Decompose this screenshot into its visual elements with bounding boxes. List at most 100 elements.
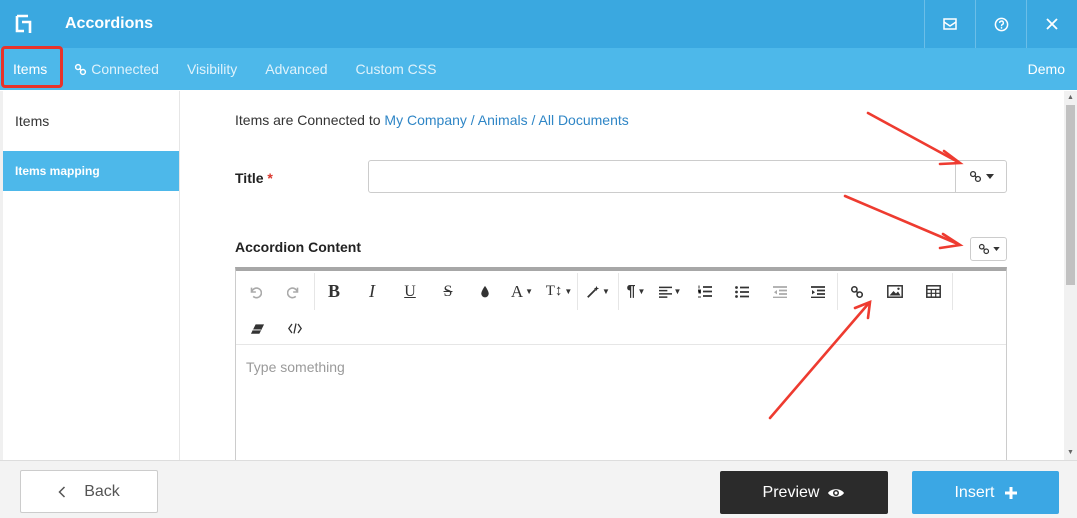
tab-label: Advanced [265, 61, 328, 77]
content-link-dropdown[interactable] [970, 237, 1007, 261]
editor-placeholder[interactable]: Type something [246, 359, 345, 375]
code-icon [288, 323, 302, 334]
side-nav: Items Items mapping [3, 91, 180, 460]
tab-custom-css[interactable]: Custom CSS [342, 48, 451, 90]
accordion-content-label: Accordion Content [235, 239, 361, 255]
scroll-up-icon[interactable]: ▲ [1066, 93, 1075, 103]
breadcrumb-separator: / [470, 112, 475, 128]
clear-format-button[interactable] [236, 310, 278, 347]
tab-visibility[interactable]: Visibility [173, 48, 251, 90]
highlight-box [1, 46, 63, 88]
title-field-label: Title * [235, 170, 273, 186]
connection-prefix: Items are Connected to [235, 112, 381, 128]
footer-bar: Back Preview Insert [0, 460, 1077, 518]
breadcrumb-all-documents[interactable]: All Documents [539, 112, 629, 128]
eraser-icon [250, 323, 264, 334]
tab-items[interactable]: Items [0, 46, 63, 90]
vertical-scrollbar[interactable]: ▲ ▼ [1064, 91, 1077, 460]
align-button[interactable]: ▼ [653, 273, 687, 310]
chevron-left-icon [58, 485, 66, 498]
font-size-glyph: A [510, 281, 524, 301]
back-label: Back [84, 482, 120, 500]
insert-image-button[interactable] [876, 273, 914, 310]
rich-text-editor: B I U S A ▼ T↕ ▼ ▼ ¶ ▼ ▼ Type something [235, 267, 1007, 460]
tab-label: Connected [91, 61, 159, 77]
redo-button[interactable] [274, 273, 314, 310]
ordered-list-button[interactable] [687, 273, 723, 310]
ink-drop-icon [481, 285, 489, 298]
breadcrumb-animals[interactable]: Animals [478, 112, 528, 128]
eye-icon [828, 488, 845, 497]
close-icon [1046, 18, 1058, 30]
toolbar-separator [952, 273, 953, 310]
magic-wand-button[interactable]: ▼ [578, 273, 618, 310]
caret-down-icon: ▼ [564, 287, 573, 296]
tab-label: Visibility [186, 61, 238, 77]
strikethrough-button[interactable]: S [429, 273, 467, 310]
insert-table-button[interactable] [914, 273, 952, 310]
title-input[interactable] [368, 160, 956, 193]
tab-label: Custom CSS [355, 61, 437, 77]
indent-button[interactable] [799, 273, 837, 310]
tab-connected[interactable]: Connected [60, 48, 173, 90]
scroll-thumb[interactable] [1066, 105, 1075, 285]
required-marker: * [267, 170, 273, 186]
magic-wand-icon [587, 285, 600, 298]
app-logo-icon [0, 0, 48, 48]
mail-button[interactable] [924, 0, 975, 48]
insert-button[interactable]: Insert [912, 471, 1059, 514]
caret-down-icon: ▼ [673, 287, 682, 296]
caret-down-icon [985, 174, 994, 179]
font-size-button[interactable]: A ▼ [503, 273, 541, 310]
tab-advanced[interactable]: Advanced [251, 48, 341, 90]
editor-toolbar: B I U S A ▼ T↕ ▼ ▼ ¶ ▼ ▼ [236, 271, 1006, 345]
unordered-list-button[interactable] [723, 273, 761, 310]
outdent-button[interactable] [761, 273, 799, 310]
preview-button[interactable]: Preview [720, 471, 888, 514]
window-title: Accordions [65, 15, 154, 32]
paragraph-button[interactable]: ¶ ▼ [619, 273, 653, 310]
plus-icon [1004, 486, 1017, 499]
help-icon [994, 17, 1008, 31]
link-icon [75, 63, 87, 75]
indent-icon [811, 285, 825, 298]
bold-button[interactable]: B [315, 273, 353, 310]
app: Accordions Items Connected Visibility Ad… [0, 0, 1077, 518]
insert-link-button[interactable] [838, 273, 876, 310]
link-icon [850, 285, 864, 298]
link-icon [978, 243, 989, 255]
caret-down-icon: ▼ [637, 287, 646, 296]
align-left-icon [658, 286, 672, 298]
help-button[interactable] [975, 0, 1026, 48]
breadcrumb-company[interactable]: My Company [384, 112, 466, 128]
connection-info: Items are Connected to My Company / Anim… [235, 112, 629, 128]
undo-icon [250, 286, 262, 298]
underline-button[interactable]: U [391, 273, 429, 310]
mail-icon [943, 18, 957, 30]
main-panel: Items are Connected to My Company / Anim… [181, 91, 1063, 460]
insert-label: Insert [954, 483, 995, 501]
code-view-button[interactable] [278, 310, 312, 347]
title-label-text: Title [235, 170, 264, 186]
line-height-glyph: T↕ [545, 283, 563, 299]
back-button[interactable]: Back [20, 470, 158, 513]
color-button[interactable] [467, 273, 503, 310]
sidebar-item-items[interactable]: Items [3, 91, 179, 151]
title-bar: Accordions [0, 0, 1077, 48]
ordered-list-icon [698, 285, 712, 298]
demo-label[interactable]: Demo [1014, 48, 1077, 90]
image-icon [887, 285, 903, 298]
preview-label: Preview [762, 483, 820, 501]
undo-button[interactable] [236, 273, 274, 310]
redo-icon [287, 286, 299, 298]
title-link-dropdown[interactable] [955, 160, 1007, 193]
caret-down-icon [992, 247, 1000, 251]
close-button[interactable] [1026, 0, 1077, 48]
line-height-button[interactable]: T↕ ▼ [541, 273, 577, 310]
table-icon [925, 285, 941, 298]
link-icon [969, 170, 981, 183]
sidebar-item-items-mapping[interactable]: Items mapping [3, 151, 179, 191]
scroll-down-icon[interactable]: ▼ [1066, 448, 1075, 458]
unordered-list-icon [735, 285, 749, 298]
italic-button[interactable]: I [353, 273, 391, 310]
